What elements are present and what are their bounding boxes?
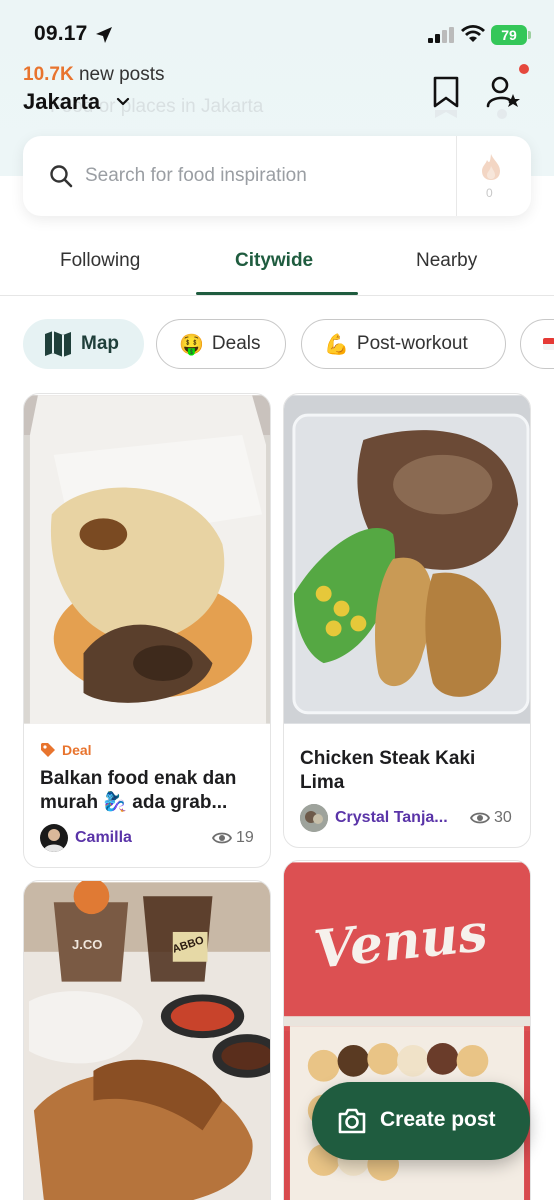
eye-icon xyxy=(470,812,490,824)
money-face-emoji: 🤑 xyxy=(179,333,204,356)
new-posts-count: 10.7K xyxy=(23,64,74,85)
wifi-icon xyxy=(461,25,485,42)
post-card[interactable]: Deal Balkan food enak dan murah 🧞‍♀️ ada… xyxy=(23,393,271,868)
create-post-button[interactable]: Create post xyxy=(312,1082,530,1160)
city-selector[interactable]: Jakarta xyxy=(23,89,100,115)
author-name[interactable]: Crystal Tanja... xyxy=(335,809,448,827)
new-posts-line[interactable]: 10.7K new posts xyxy=(23,64,165,86)
chevron-down-icon[interactable] xyxy=(115,95,131,109)
signal-icon xyxy=(428,27,454,43)
search-placeholder: Search for food inspiration xyxy=(85,165,307,186)
post-title: Chicken Steak Kaki Lima xyxy=(300,748,476,793)
profile-star-icon[interactable] xyxy=(486,74,522,120)
notification-dot xyxy=(519,64,529,74)
deal-label: Deal xyxy=(62,742,92,758)
chip-map-label: Map xyxy=(81,333,119,354)
post-card[interactable]: J.CO ABBO xyxy=(23,880,271,1200)
avatar-image xyxy=(43,829,65,852)
flame-count: 0 xyxy=(486,186,493,200)
status-time: 09.17 xyxy=(34,22,88,45)
map-icon xyxy=(45,331,71,357)
views-count: 19 xyxy=(236,829,254,846)
status-bar: 09.17 79 xyxy=(0,0,554,64)
deal-tag: Deal xyxy=(40,742,92,758)
battery-tip xyxy=(528,31,531,39)
views-count: 30 xyxy=(494,809,512,826)
search-bar[interactable]: Search for food inspiration 0 xyxy=(23,136,531,216)
chip-post-workout[interactable]: 💪 Post-workout xyxy=(301,319,506,369)
location-arrow-icon xyxy=(96,27,112,43)
avatar[interactable] xyxy=(300,804,328,832)
author-name[interactable]: Camilla xyxy=(75,829,132,847)
flame-icon[interactable] xyxy=(478,152,504,182)
battery-indicator: 79 xyxy=(491,25,527,45)
avatar-image xyxy=(300,804,328,832)
tag-icon xyxy=(41,743,55,757)
post-image[interactable] xyxy=(24,881,270,1200)
chip-post-workout-label: Post-workout xyxy=(356,333,468,354)
create-post-label: Create post xyxy=(380,1108,496,1131)
post-card[interactable]: Chicken Steak Kaki Lima Crystal Tanja...… xyxy=(283,393,531,848)
post-title: Balkan food enak dan murah 🧞‍♀️ ada grab… xyxy=(40,768,237,813)
tab-citywide[interactable]: Citywide xyxy=(235,250,313,272)
chip-more[interactable] xyxy=(520,319,554,369)
avatar[interactable] xyxy=(40,824,68,852)
flag-emoji-icon xyxy=(543,338,554,350)
active-tab-indicator xyxy=(196,292,358,295)
post-image[interactable] xyxy=(24,394,270,725)
post-image[interactable] xyxy=(284,394,530,725)
search-icon xyxy=(50,165,73,188)
camera-icon xyxy=(338,1108,366,1134)
image-text-jco: J.CO xyxy=(72,937,103,952)
new-posts-label: new posts xyxy=(78,64,165,85)
flexed-biceps-emoji: 💪 xyxy=(324,333,349,356)
tab-nearby[interactable]: Nearby xyxy=(416,250,477,272)
chip-deals-label: Deals xyxy=(211,333,261,354)
chip-map[interactable]: Map xyxy=(23,319,144,369)
eye-icon xyxy=(212,832,232,844)
bookmark-icon[interactable] xyxy=(430,74,462,120)
feed-tabs: Following Citywide Nearby xyxy=(0,230,554,296)
tab-following[interactable]: Following xyxy=(60,250,140,272)
search-divider xyxy=(456,136,457,216)
chip-deals[interactable]: 🤑 Deals xyxy=(156,319,286,369)
